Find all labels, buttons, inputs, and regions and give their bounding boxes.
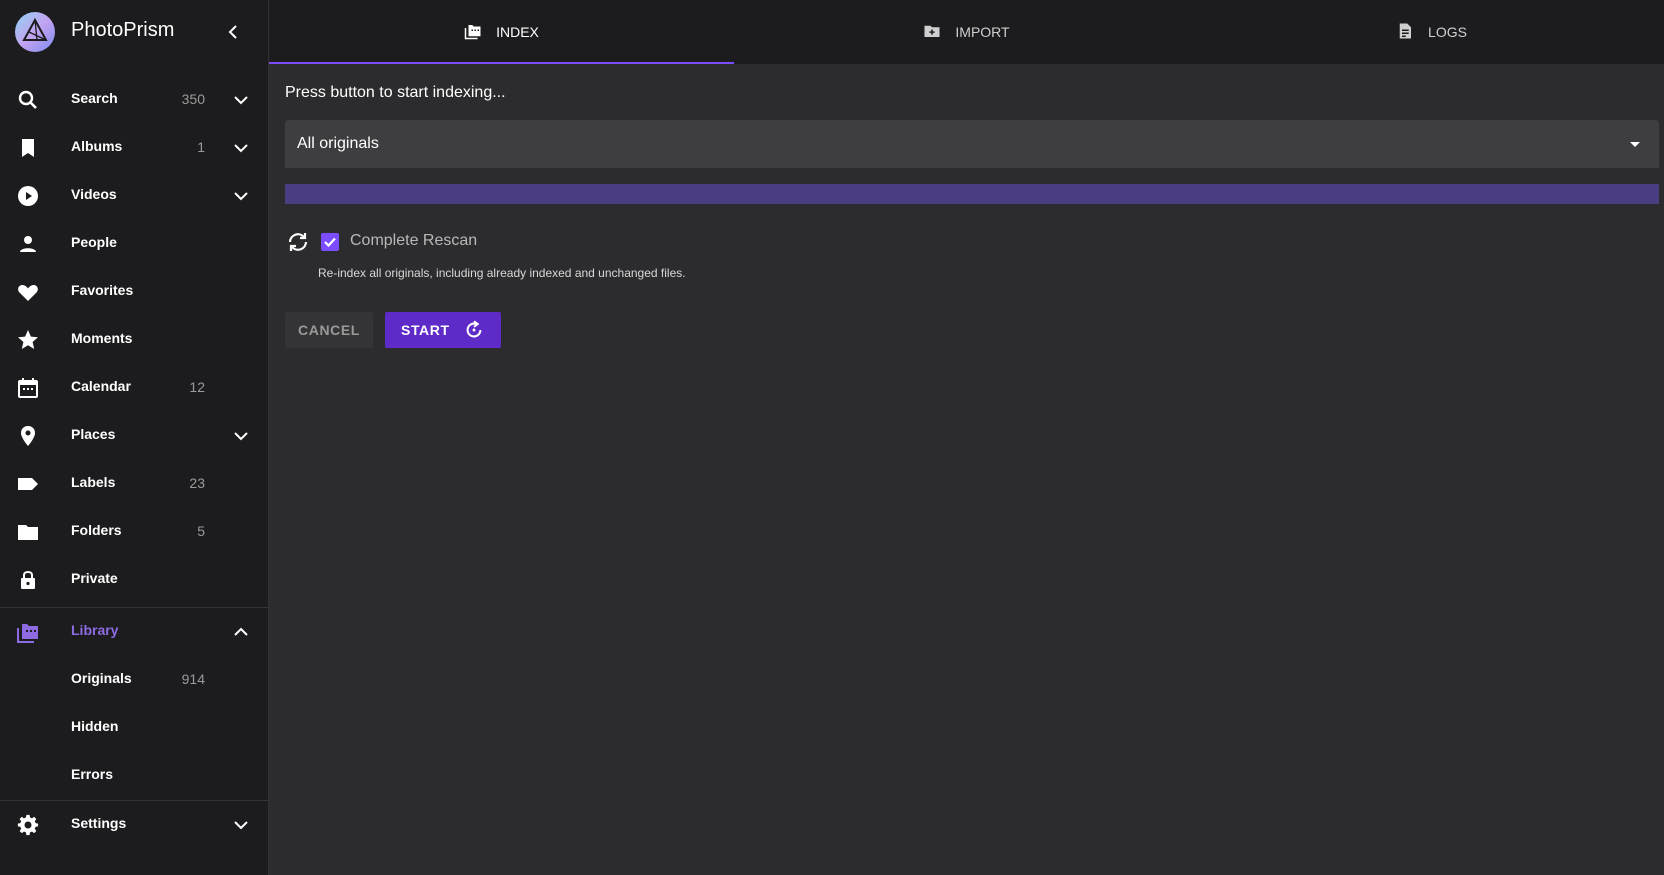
chevron-left-icon[interactable]: [221, 20, 245, 44]
sidebar-item-label: People: [71, 234, 117, 250]
chevron-down-icon[interactable]: [229, 813, 253, 837]
item-count: 914: [181, 671, 205, 687]
sidebar-item-label: Calendar: [71, 378, 131, 394]
app-name: PhotoPrism: [71, 19, 175, 41]
item-count: 5: [197, 523, 205, 539]
sidebar-item-label: Videos: [71, 186, 117, 202]
tab-label: IMPORT: [955, 24, 1010, 40]
label-icon: [18, 478, 38, 490]
path-select[interactable]: All originals: [285, 120, 1659, 168]
sidebar-item-calendar[interactable]: Calendar 12: [0, 364, 268, 412]
sidebar-item-label: Places: [71, 426, 116, 442]
sidebar-item-label: Private: [71, 570, 118, 586]
sidebar-item-label: Errors: [71, 766, 114, 782]
sidebar-item-label: Labels: [71, 474, 116, 490]
sidebar-item-private[interactable]: Private: [0, 556, 268, 604]
sidebar-item-hidden[interactable]: Hidden: [0, 704, 268, 752]
sidebar-item-label: Library: [71, 622, 119, 638]
chevron-down-icon[interactable]: [229, 184, 253, 208]
sidebar-item-favorites[interactable]: Favorites: [0, 268, 268, 316]
tab-label: INDEX: [496, 24, 539, 40]
start-button[interactable]: START: [385, 312, 501, 348]
sidebar-item-search[interactable]: Search 350: [0, 76, 268, 124]
index-heading: Press button to start indexing...: [285, 84, 506, 101]
sidebar-item-albums[interactable]: Albums 1: [0, 124, 268, 172]
complete-rescan-label[interactable]: Complete Rescan: [350, 232, 477, 250]
bookmark-icon: [22, 139, 34, 157]
sidebar-item-moments[interactable]: Moments: [0, 316, 268, 364]
tab-index[interactable]: INDEX: [269, 0, 734, 64]
document-icon: [1399, 23, 1412, 39]
photoprism-logo-icon[interactable]: [15, 12, 55, 52]
folder-library-icon: [464, 25, 481, 40]
star-icon: [18, 330, 38, 349]
sidebar-item-label: Albums: [71, 138, 123, 154]
sidebar-item-labels[interactable]: Labels 23: [0, 460, 268, 508]
index-panel: Press button to start indexing... All or…: [269, 64, 1664, 875]
play-circle-icon: [18, 186, 38, 206]
item-count: 12: [189, 379, 205, 395]
calendar-icon: [18, 378, 38, 398]
library-icon: [17, 624, 38, 643]
sidebar-item-library[interactable]: Library: [0, 608, 268, 656]
sidebar-item-errors[interactable]: Errors: [0, 752, 268, 800]
gear-icon: [17, 814, 39, 836]
tab-bar: INDEX IMPORT LOGS: [269, 0, 1664, 64]
sidebar-item-label: Favorites: [71, 282, 134, 298]
map-pin-icon: [21, 426, 35, 446]
sidebar-item-label: Search: [71, 90, 118, 106]
sidebar-item-videos[interactable]: Videos: [0, 172, 268, 220]
sidebar-item-label: Folders: [71, 522, 122, 538]
chevron-down-icon[interactable]: [229, 88, 253, 112]
refresh-icon: [288, 233, 308, 251]
complete-rescan-checkbox[interactable]: [321, 233, 339, 251]
sidebar-item-label: Hidden: [71, 718, 119, 734]
chevron-up-icon[interactable]: [229, 620, 253, 644]
sidebar-item-folders[interactable]: Folders 5: [0, 508, 268, 556]
tab-logs[interactable]: LOGS: [1199, 0, 1664, 64]
item-count: 1: [197, 139, 205, 155]
sidebar-item-people[interactable]: People: [0, 220, 268, 268]
sidebar-item-originals[interactable]: Originals 914: [0, 656, 268, 704]
sidebar-item-label: Originals: [71, 670, 132, 686]
sidebar-item-settings[interactable]: Settings: [0, 801, 268, 849]
tab-import[interactable]: IMPORT: [734, 0, 1199, 64]
start-button-label: START: [401, 322, 450, 338]
brand: PhotoPrism: [0, 0, 268, 64]
search-icon: [18, 90, 37, 109]
folder-icon: [18, 525, 38, 540]
dropdown-arrow-icon: [1630, 142, 1640, 147]
item-count: 23: [189, 475, 205, 491]
item-count: 350: [181, 91, 205, 107]
rescan-hint: Re-index all originals, including alread…: [318, 266, 686, 280]
sidebar-item-places[interactable]: Places: [0, 412, 268, 460]
sidebar-item-label: Settings: [71, 815, 127, 831]
refresh-cw-icon: [466, 320, 482, 338]
path-select-value: All originals: [297, 135, 379, 152]
tab-label: LOGS: [1428, 24, 1467, 40]
index-progress-bar: [285, 184, 1659, 204]
folder-plus-icon: [924, 25, 940, 37]
lock-icon: [21, 571, 35, 589]
chevron-down-icon[interactable]: [229, 424, 253, 448]
checkmark-icon: [324, 237, 336, 248]
sidebar: PhotoPrism Search 350 Albums 1 Videos Pe…: [0, 0, 269, 875]
chevron-down-icon[interactable]: [229, 136, 253, 160]
person-icon: [20, 236, 36, 252]
heart-icon: [18, 285, 38, 301]
sidebar-item-label: Moments: [71, 330, 133, 346]
cancel-button[interactable]: CANCEL: [285, 312, 373, 348]
